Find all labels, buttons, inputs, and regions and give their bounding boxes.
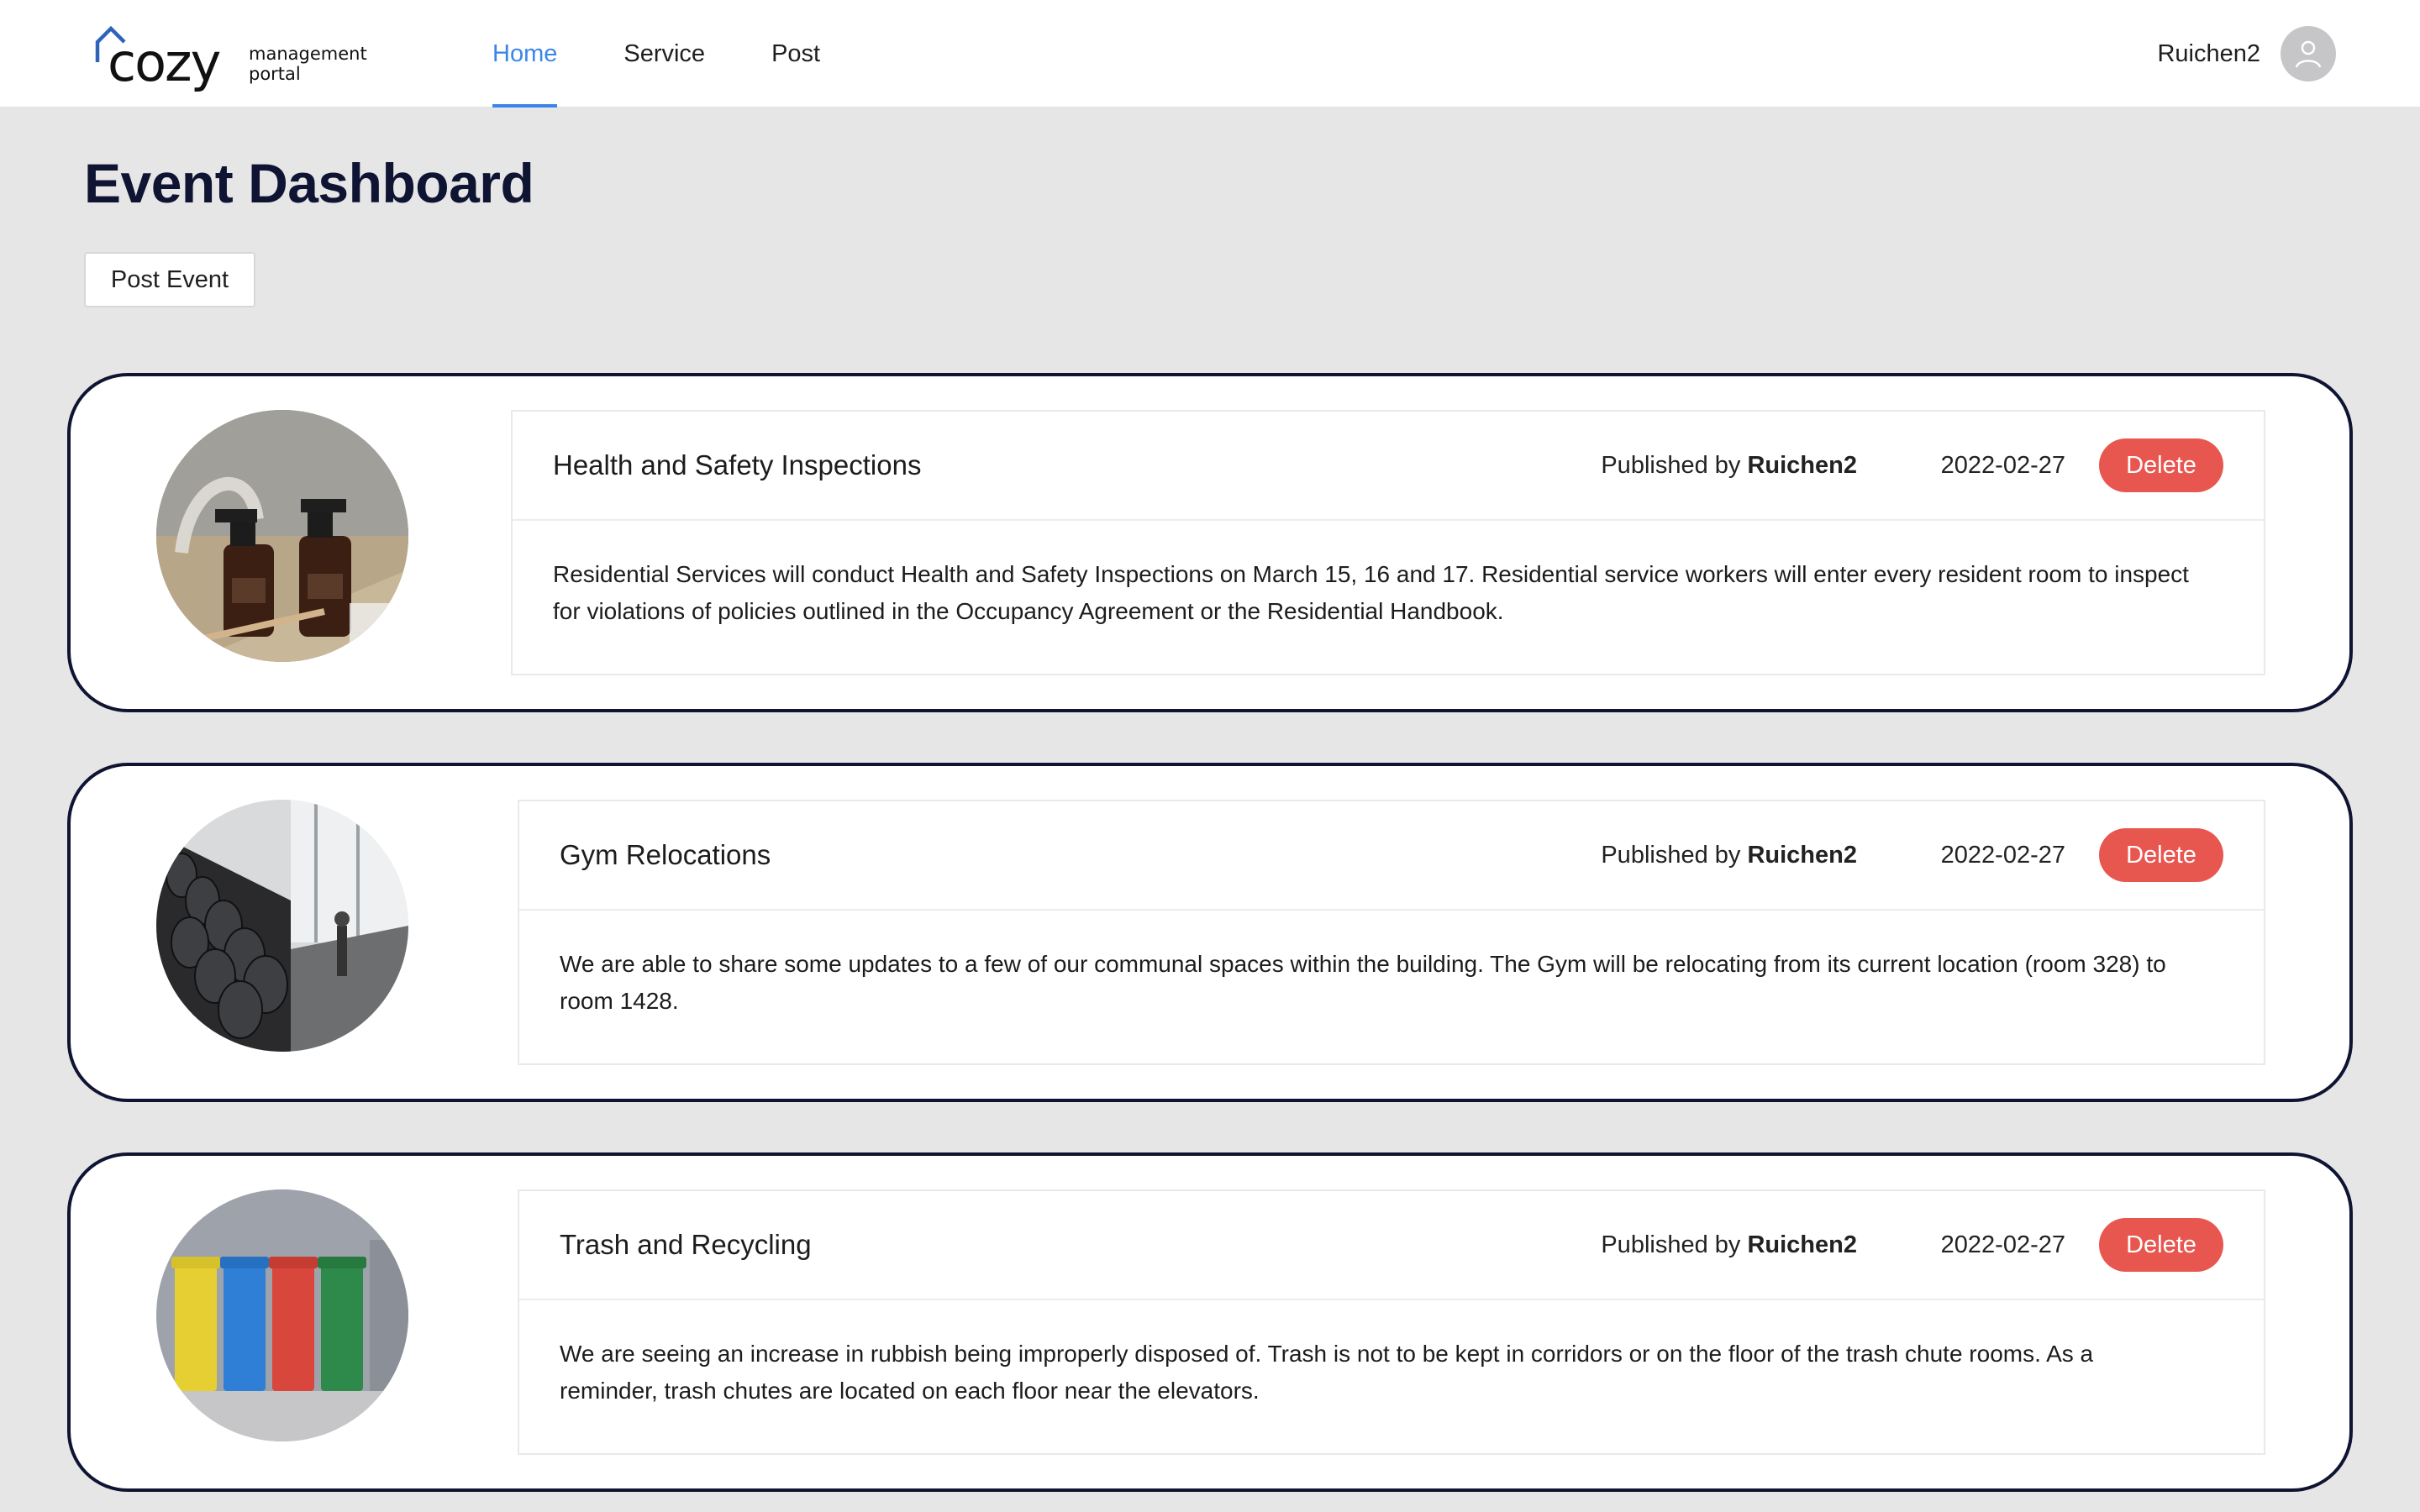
author-name: Ruichen2 xyxy=(1747,1231,1857,1258)
event-panel: Health and Safety Inspections Published … xyxy=(511,410,2265,675)
event-header: Health and Safety Inspections Published … xyxy=(513,412,2264,521)
event-panel: Gym Relocations Published by Ruichen2 20… xyxy=(518,800,2265,1065)
delete-button[interactable]: Delete xyxy=(2099,1218,2223,1272)
published-by: Published by Ruichen2 xyxy=(1601,452,1857,479)
event-description: Residential Services will conduct Health… xyxy=(553,561,2189,624)
event-title[interactable]: Trash and Recycling xyxy=(560,1191,812,1299)
event-date: 2022-02-27 xyxy=(1940,1231,2065,1258)
event-panel: Trash and Recycling Published by Ruichen… xyxy=(518,1189,2265,1455)
username[interactable]: Ruichen2 xyxy=(2157,40,2260,68)
event-description: We are seeing an increase in rubbish bei… xyxy=(560,1341,2094,1404)
cozy-logo[interactable]: cozy management portal xyxy=(92,25,378,96)
published-by: Published by Ruichen2 xyxy=(1601,1231,1857,1258)
event-description: We are able to share some updates to a f… xyxy=(560,951,2166,1014)
post-event-button[interactable]: Post Event xyxy=(84,252,255,307)
delete-button[interactable]: Delete xyxy=(2099,828,2223,882)
event-card: Gym Relocations Published by Ruichen2 20… xyxy=(67,763,2353,1102)
logo-wordmark: cozy xyxy=(108,32,221,93)
user-icon xyxy=(2295,40,2322,68)
event-card: Trash and Recycling Published by Ruichen… xyxy=(67,1152,2353,1492)
event-title[interactable]: Gym Relocations xyxy=(560,801,771,909)
delete-button[interactable]: Delete xyxy=(2099,438,2223,492)
event-image-recycling xyxy=(156,1189,408,1441)
nav-home[interactable]: Home xyxy=(492,0,558,108)
nav-post[interactable]: Post xyxy=(771,0,820,108)
event-header: Gym Relocations Published by Ruichen2 20… xyxy=(519,801,2264,911)
event-header: Trash and Recycling Published by Ruichen… xyxy=(519,1191,2264,1300)
author-name: Ruichen2 xyxy=(1747,842,1857,869)
published-by: Published by Ruichen2 xyxy=(1601,842,1857,869)
page-title: Event Dashboard xyxy=(84,152,534,214)
top-navbar: cozy management portal Home Service Post… xyxy=(0,0,2420,108)
event-title[interactable]: Health and Safety Inspections xyxy=(553,412,921,519)
event-image-cleaning xyxy=(156,410,408,662)
user-menu[interactable]: Ruichen2 xyxy=(2157,26,2336,81)
event-image-gym xyxy=(156,800,408,1052)
event-date: 2022-02-27 xyxy=(1940,452,2065,479)
avatar[interactable] xyxy=(2281,26,2336,81)
main-nav: Home Service Post xyxy=(492,0,886,108)
event-date: 2022-02-27 xyxy=(1940,842,2065,869)
nav-service[interactable]: Service xyxy=(623,0,705,108)
event-card: Health and Safety Inspections Published … xyxy=(67,373,2353,712)
logo-tagline: management portal xyxy=(249,44,367,84)
author-name: Ruichen2 xyxy=(1747,452,1857,479)
